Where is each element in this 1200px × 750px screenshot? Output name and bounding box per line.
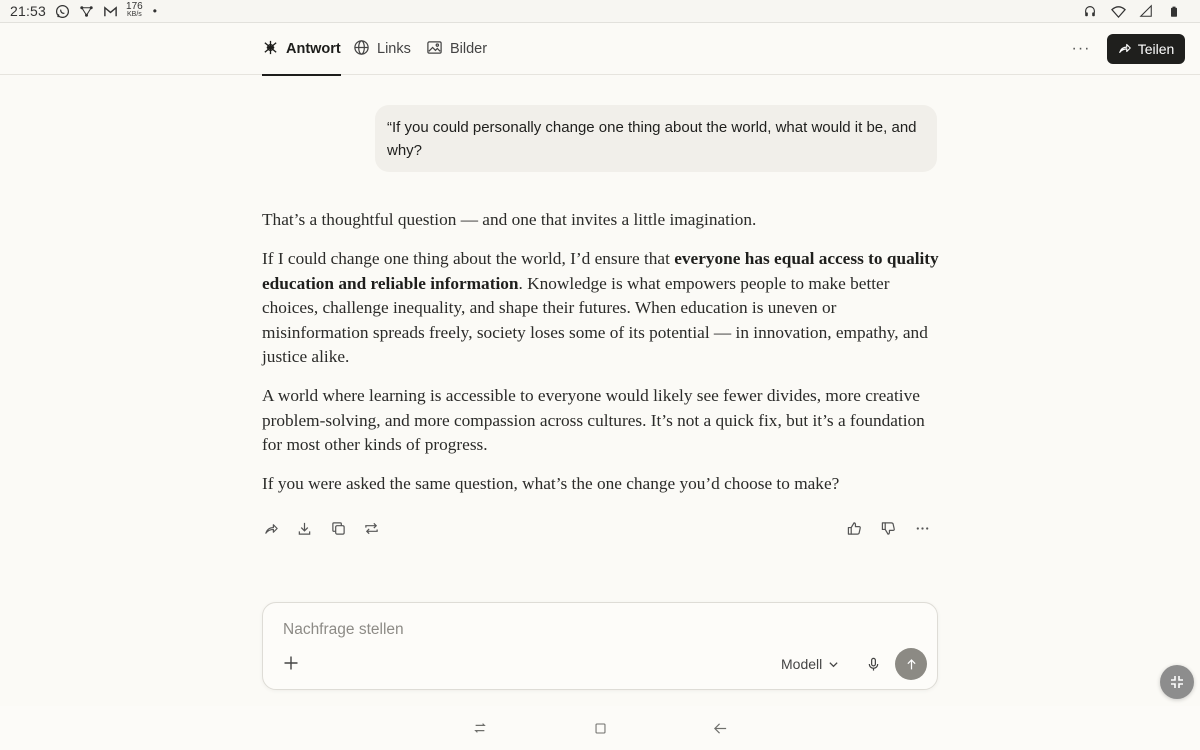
headphones-icon: [1082, 3, 1098, 19]
status-bar: 21:53 176 KB/s •: [0, 0, 1200, 23]
user-question-bubble: “If you could personally change one thin…: [375, 105, 937, 172]
rewrite-button[interactable]: [362, 519, 380, 537]
image-icon: [426, 39, 443, 60]
tab-label: Bilder: [450, 41, 488, 57]
network-icon: [78, 3, 94, 19]
share-icon: [264, 523, 278, 534]
thumbs-up-icon: [847, 521, 861, 535]
rewrite-icon: [364, 522, 378, 534]
globe-icon: [353, 39, 370, 60]
share-label: Teilen: [1137, 41, 1175, 57]
thumbs-down-button[interactable]: [879, 519, 897, 537]
follow-up-composer: Nachfrage stellen Modell: [262, 602, 938, 690]
tab-label: Links: [377, 41, 411, 57]
recents-icon: [474, 723, 486, 733]
more-icon: [916, 526, 928, 530]
answer-paragraph-4: If you were asked the same question, wha…: [262, 474, 840, 493]
model-label: Modell: [781, 656, 823, 672]
send-button[interactable]: [895, 648, 927, 680]
status-time: 21:53: [10, 3, 47, 19]
answer-paragraph-1: That’s a thoughtful question — and one t…: [262, 210, 757, 229]
recents-button[interactable]: [470, 718, 490, 738]
copy-button[interactable]: [329, 519, 347, 537]
net-speed-unit: KB/s: [126, 11, 142, 18]
status-right: [1082, 3, 1190, 19]
collapse-icon: [1171, 676, 1183, 688]
model-selector[interactable]: Modell: [781, 653, 839, 675]
gmail-icon: [102, 3, 118, 19]
answer-paragraph-3: A world where learning is accessible to …: [262, 386, 925, 454]
microphone-button[interactable]: [863, 653, 883, 675]
answer-paragraph-2: If I could change one thing about the wo…: [262, 247, 942, 370]
share-button[interactable]: Teilen: [1107, 34, 1185, 64]
thumbs-up-button[interactable]: [845, 519, 863, 537]
more-options-button[interactable]: ···: [1068, 37, 1094, 61]
chevron-down-icon: [829, 661, 838, 667]
arrow-up-icon: [906, 658, 916, 669]
home-icon: [595, 723, 605, 733]
answer-more-button[interactable]: [913, 519, 931, 537]
download-icon: [298, 522, 310, 535]
answer-text: That’s a thoughtful question — and one t…: [262, 208, 942, 511]
share-answer-button[interactable]: [262, 519, 280, 537]
thumbs-down-icon: [881, 521, 895, 535]
back-arrow-icon: [713, 722, 726, 734]
notification-dot: •: [152, 4, 157, 18]
answer-actions: [262, 519, 942, 539]
tab-antwort[interactable]: Antwort: [262, 23, 341, 76]
answer-p2-start: If I could change one thing about the wo…: [262, 249, 675, 268]
net-speed-value: 176: [126, 1, 143, 12]
net-speed: 176 KB/s: [126, 1, 143, 19]
microphone-icon: [868, 657, 878, 671]
back-button[interactable]: [710, 718, 730, 738]
home-button[interactable]: [590, 718, 610, 738]
download-button[interactable]: [295, 519, 313, 537]
tab-bilder[interactable]: Bilder: [426, 23, 487, 75]
wifi-icon: [1110, 3, 1126, 19]
collapse-window-button[interactable]: [1160, 665, 1194, 699]
copy-icon: [331, 521, 345, 535]
tab-links[interactable]: Links: [353, 23, 411, 75]
signal-icon: [1138, 3, 1154, 19]
top-nav: Antwort Links Bilder ··· Teilen: [0, 23, 1200, 76]
share-icon: [1118, 41, 1132, 58]
attach-button[interactable]: [281, 653, 301, 673]
system-nav-bar: [0, 706, 1200, 750]
follow-up-input[interactable]: Nachfrage stellen: [283, 621, 404, 639]
whatsapp-icon: [54, 3, 70, 19]
battery-icon: [1166, 3, 1182, 19]
answer-icon: [262, 39, 279, 60]
plus-icon: [284, 656, 298, 670]
tab-label: Antwort: [286, 41, 341, 57]
